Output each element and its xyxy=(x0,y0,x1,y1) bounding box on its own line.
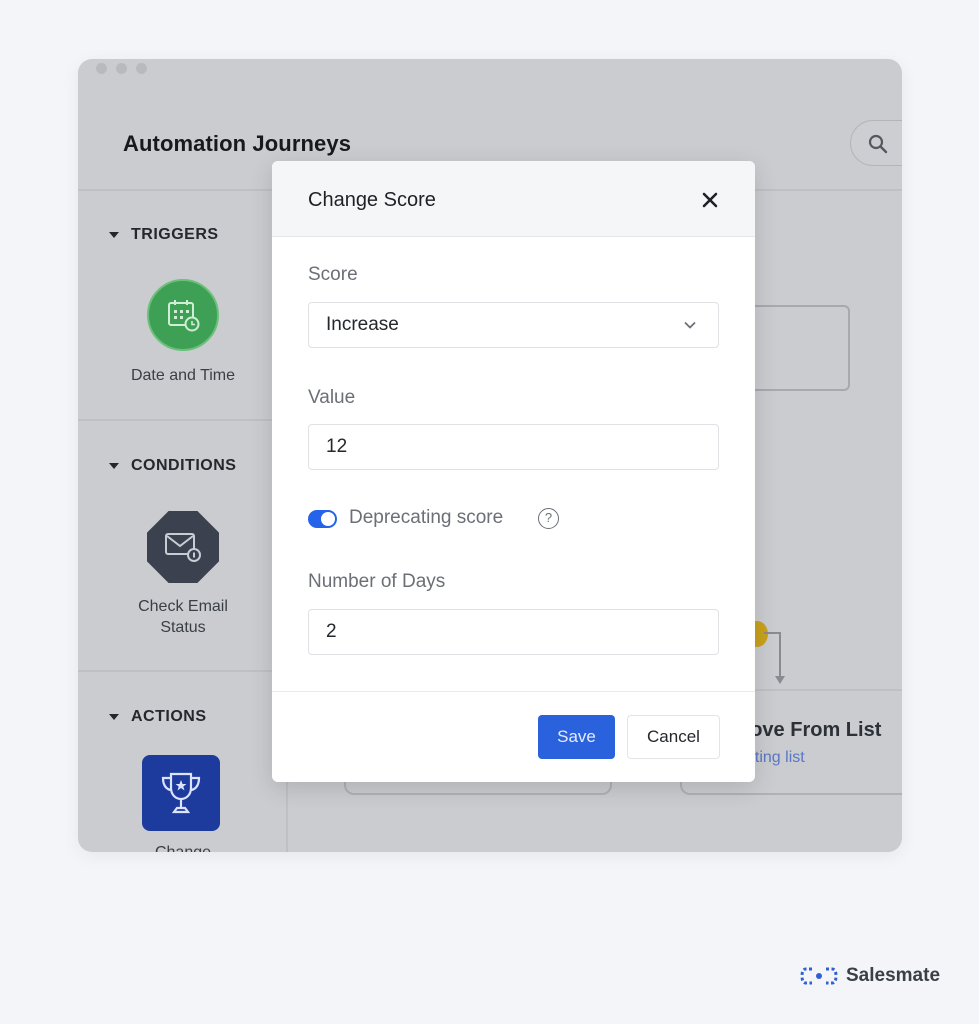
number-of-days-input[interactable]: 2 xyxy=(308,609,719,655)
score-select-value: Increase xyxy=(326,314,399,335)
help-icon[interactable]: ? xyxy=(538,508,559,529)
brand-name: Salesmate xyxy=(846,965,941,986)
close-icon xyxy=(702,192,718,208)
envelope-info-icon xyxy=(165,533,201,562)
section-title: TRIGGERS xyxy=(131,226,219,243)
canvas-node-card[interactable] xyxy=(748,305,850,391)
section-header-triggers[interactable]: TRIGGERS xyxy=(109,226,219,244)
flow-connector-line xyxy=(764,632,780,634)
score-select[interactable]: Increase xyxy=(308,302,719,348)
node-label-line2: Status xyxy=(160,619,206,636)
search-button[interactable] xyxy=(850,120,902,166)
cancel-button[interactable]: Cancel xyxy=(627,715,720,759)
save-button[interactable]: Save xyxy=(538,715,615,759)
value-input[interactable]: 12 xyxy=(308,424,719,470)
toggle-knob xyxy=(321,512,335,526)
modal-footer-divider xyxy=(272,691,755,692)
trophy-icon xyxy=(161,772,201,814)
arrow-down-icon xyxy=(775,676,785,684)
section-title: ACTIONS xyxy=(131,708,207,725)
change-score-node[interactable] xyxy=(142,755,220,831)
caret-down-icon xyxy=(109,463,119,469)
date-and-time-node[interactable] xyxy=(147,279,219,351)
brand-logo: Salesmate xyxy=(800,965,940,987)
deprecating-score-label: Deprecating score xyxy=(349,507,504,528)
caret-down-icon xyxy=(109,232,119,238)
window-controls xyxy=(96,63,147,74)
sidebar: TRIGGERS Date and Time CONDITIONS Check … xyxy=(78,191,288,852)
modal-header: Change Score xyxy=(272,161,755,237)
number-of-days-label: Number of Days xyxy=(308,571,446,592)
sidebar-section-triggers: TRIGGERS Date and Time xyxy=(78,191,288,421)
section-header-actions[interactable]: ACTIONS xyxy=(109,708,207,726)
check-email-status-node[interactable] xyxy=(147,511,219,583)
node-label-line1: Check Email xyxy=(138,598,228,615)
salesmate-logo-icon xyxy=(800,967,838,985)
section-header-conditions[interactable]: CONDITIONS xyxy=(109,457,236,475)
node-label: Change xyxy=(78,842,288,852)
flow-connector-line xyxy=(779,632,781,676)
chevron-down-icon xyxy=(684,321,696,329)
section-title: CONDITIONS xyxy=(131,457,237,474)
window-minimize-dot[interactable] xyxy=(116,63,127,74)
change-score-modal: Change Score Score Increase Value 12 Dep… xyxy=(272,161,755,782)
search-icon xyxy=(868,134,888,154)
page-title: Automation Journeys xyxy=(123,131,352,156)
caret-down-icon xyxy=(109,714,119,720)
node-label: Date and Time xyxy=(130,367,236,384)
modal-title: Change Score xyxy=(308,189,436,211)
value-label: Value xyxy=(308,387,356,408)
sidebar-section-actions: ACTIONS Change xyxy=(78,672,288,852)
close-button[interactable] xyxy=(699,189,721,211)
action-card-title: nove From List xyxy=(738,719,882,741)
sidebar-section-conditions: CONDITIONS Check Email Status xyxy=(78,421,288,671)
score-label: Score xyxy=(308,264,358,285)
calendar-clock-icon xyxy=(168,300,200,332)
deprecating-score-toggle[interactable] xyxy=(308,510,337,528)
window-maximize-dot[interactable] xyxy=(136,63,147,74)
window-close-dot[interactable] xyxy=(96,63,107,74)
